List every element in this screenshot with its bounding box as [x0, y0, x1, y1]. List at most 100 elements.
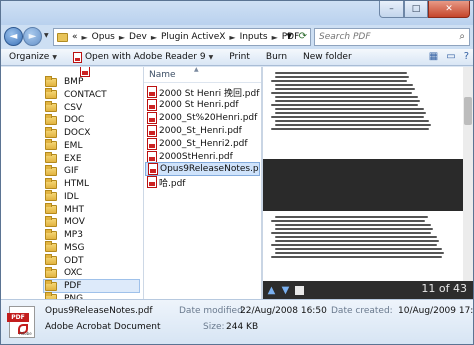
- column-header-name[interactable]: ▲ Name: [144, 67, 261, 83]
- preview-text-line: [271, 232, 431, 234]
- scrollbar-thumb[interactable]: [464, 97, 472, 125]
- file-row[interactable]: 2000_St_Henri2.pdf: [145, 137, 260, 151]
- forward-button[interactable]: ►: [23, 27, 42, 46]
- folder-icon: [45, 126, 57, 138]
- tree-folder-label: CSV: [64, 102, 83, 113]
- tree-folder-label: DOCX: [64, 128, 91, 138]
- command-burn-button[interactable]: Burn: [266, 52, 287, 62]
- folder-icon: [45, 152, 57, 163]
- recent-pages-dropdown-icon[interactable]: ▼: [44, 32, 49, 39]
- preview-pane-icon[interactable]: ▭: [446, 51, 455, 62]
- breadcrumb-separator-icon[interactable]: ►: [229, 33, 235, 42]
- file-row[interactable]: 2000_St_Henri.pdf: [145, 124, 260, 138]
- preview-toolbar: ▲ ▼ 11 of 43: [263, 281, 473, 299]
- address-bar[interactable]: «► Opus ► Dev ► Plugin ActiveX ► Inputs ► PDF ▼ ⟳: [53, 28, 311, 46]
- explorer-window: – □ ✕ ◄ ► ▼ « ► Opus ► Dev ► Plugin ActiveX ► In…: [0, 0, 474, 345]
- breadcrumb-item[interactable]: Plugin ActiveX: [161, 32, 225, 42]
- minimize-button[interactable]: –: [379, 1, 404, 18]
- views-icon[interactable]: ▦: [429, 51, 438, 62]
- file-name: 2000 St Henri.pdf: [159, 99, 239, 110]
- folder-icon: [45, 228, 57, 240]
- folder-icon: [45, 279, 57, 291]
- preview-text-line: [275, 76, 409, 78]
- tree-folder-label: MOV: [64, 217, 85, 228]
- file-row[interactable]: 哈.pdf: [145, 175, 260, 189]
- preview-text-line: [275, 124, 432, 126]
- details-pane: PDF Adobe Opus9ReleaseNotes.pdf Adobe Ac…: [1, 299, 473, 344]
- tree-folder-label: CONTACT: [64, 89, 107, 100]
- maximize-button[interactable]: □: [404, 1, 428, 18]
- command-new-folder-button[interactable]: New folder: [303, 52, 352, 62]
- chevron-down-icon: ▼: [52, 53, 57, 61]
- details-modified-value: 22/Aug/2008 16:50: [240, 306, 327, 316]
- preview-scrollbar[interactable]: [463, 67, 473, 281]
- file-name: 2000 St Henri 挽回.pdf: [159, 88, 260, 99]
- details-modified-label: Date modified:: [179, 306, 246, 316]
- folder-icon: [45, 139, 57, 151]
- tree-folder-png[interactable]: PNG: [45, 292, 83, 299]
- preview-text-line: [275, 88, 415, 90]
- next-page-icon[interactable]: ▼: [280, 285, 291, 296]
- preview-text-line: [271, 220, 426, 222]
- file-name: Opus9ReleaseNotes.pdf: [160, 164, 260, 175]
- folder-icon: [45, 241, 57, 253]
- address-dropdown-icon[interactable]: ▼: [287, 32, 292, 40]
- file-row[interactable]: 2000StHenri.pdf: [145, 150, 260, 164]
- pdf-icon: [147, 111, 157, 124]
- column-header-label: Name: [149, 69, 176, 80]
- breadcrumb-separator-icon[interactable]: ►: [119, 33, 125, 42]
- folder-icon: [45, 88, 57, 100]
- folder-icon: [45, 190, 57, 202]
- close-button[interactable]: ✕: [428, 1, 470, 18]
- breadcrumb-separator-icon[interactable]: ►: [151, 33, 157, 42]
- preview-text-line: [275, 248, 443, 250]
- preview-text-line: [275, 72, 408, 74]
- command-open-with-adobe-reader-9-button[interactable]: Open with Adobe Reader 9 ▼: [72, 51, 213, 63]
- breadcrumb-item[interactable]: Opus: [92, 32, 115, 42]
- tree-folder-label: IDL: [64, 191, 79, 202]
- folder-icon: [57, 32, 68, 42]
- title-bar[interactable]: – □ ✕: [1, 1, 473, 25]
- file-row[interactable]: 2000 St Henri.pdf: [145, 98, 260, 112]
- tree-folder-label: EXE: [64, 153, 82, 164]
- folder-icon: [45, 113, 57, 125]
- details-size-value: 244 KB: [226, 322, 259, 332]
- pdf-icon: [147, 176, 157, 189]
- tree-folder-label: HTML: [64, 179, 90, 189]
- preview-text-line: [275, 240, 439, 242]
- command-organize-button[interactable]: Organize ▼: [9, 52, 57, 62]
- file-row[interactable]: Opus9ReleaseNotes.pdf: [145, 162, 260, 177]
- breadcrumb-item[interactable]: Inputs: [240, 32, 268, 42]
- folder-icon: [45, 254, 57, 265]
- folder-icon: [45, 101, 57, 112]
- file-row[interactable]: 2000 St Henri 挽回.pdf: [145, 85, 260, 99]
- tree-folder-label: DOC: [64, 115, 85, 126]
- preview-text-line: [275, 224, 432, 226]
- search-box[interactable]: ⌕: [314, 28, 470, 46]
- tree-folder-label: MHT: [64, 204, 85, 215]
- search-icon[interactable]: ⌕: [459, 31, 465, 42]
- pdf-icon: [147, 124, 157, 137]
- preview-text-line: [275, 112, 426, 114]
- folder-icon: [45, 266, 57, 278]
- file-name: 2000_St%20Henri.pdf: [159, 112, 258, 123]
- help-icon[interactable]: ?: [464, 51, 469, 62]
- preview-text-line: [275, 84, 413, 86]
- previous-page-icon[interactable]: ▲: [266, 285, 277, 296]
- pdf-icon: [147, 98, 157, 111]
- back-button[interactable]: ◄: [4, 27, 23, 46]
- preview-text-line: [275, 216, 428, 218]
- breadcrumb-item[interactable]: Dev: [129, 32, 147, 42]
- command-print-button[interactable]: Print: [229, 52, 250, 62]
- refresh-icon[interactable]: ⟳: [299, 31, 307, 42]
- details-filetype: Adobe Acrobat Document: [45, 322, 161, 332]
- fit-page-icon[interactable]: [295, 285, 304, 295]
- details-created-value: 10/Aug/2009 17:15: [398, 306, 474, 316]
- breadcrumb-separator-icon[interactable]: ►: [82, 33, 88, 42]
- search-input[interactable]: [319, 32, 449, 42]
- breadcrumb-separator-icon[interactable]: ►: [272, 33, 278, 42]
- file-name: 2000_St_Henri.pdf: [159, 125, 242, 136]
- file-row[interactable]: 2000_St%20Henri.pdf: [145, 111, 260, 125]
- breadcrumb-overflow[interactable]: «: [72, 32, 78, 42]
- details-size-label: Size:: [203, 322, 225, 332]
